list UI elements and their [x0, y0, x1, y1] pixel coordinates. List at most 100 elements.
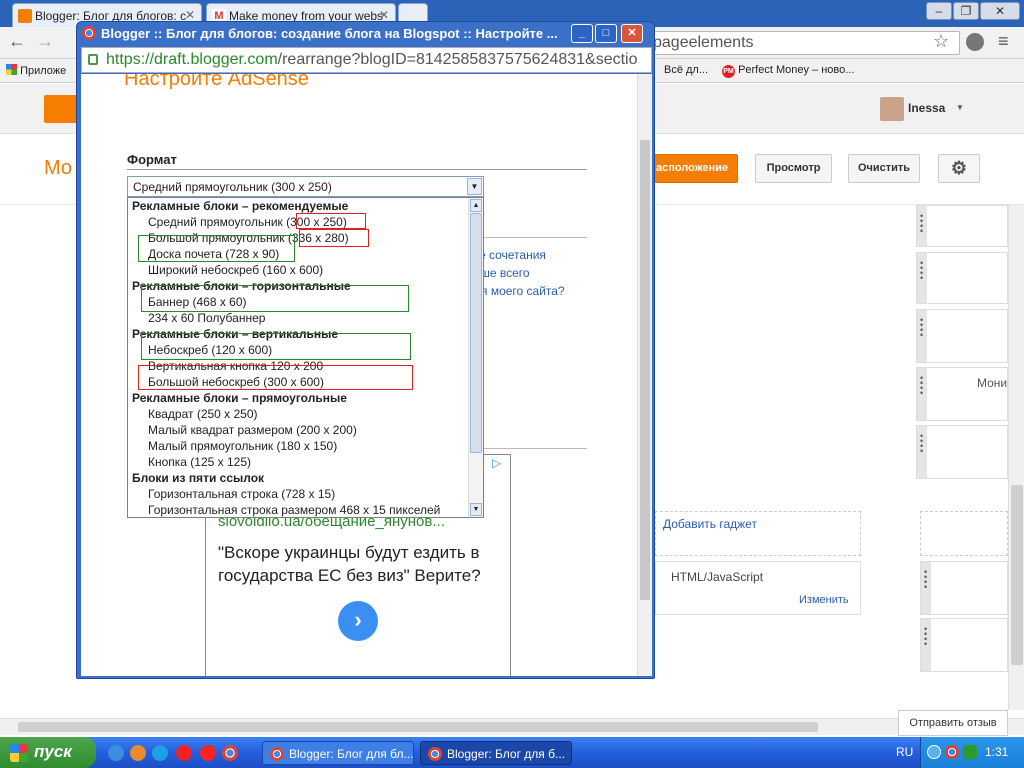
drag-handle[interactable]: • • • • [917, 253, 927, 303]
dropdown-group-label: Рекламные блоки – рекомендуемые [132, 199, 349, 213]
minimize-icon[interactable]: – [926, 2, 952, 20]
preview-button[interactable]: Просмотр [755, 154, 832, 183]
clock[interactable]: 1:31 [985, 745, 1008, 759]
scrollbar-thumb[interactable] [470, 213, 482, 453]
dropdown-scrollbar[interactable]: ▲ ▼ [468, 198, 483, 517]
bookmark-label: Всё дл... [664, 64, 709, 76]
omnibox[interactable]: pageelements [640, 31, 960, 55]
add-gadget-box[interactable]: Добавить гаджет [655, 511, 861, 556]
gadget[interactable]: • • • • [920, 618, 1008, 672]
scroll-up-icon[interactable]: ▲ [470, 199, 482, 212]
gadget[interactable]: • • • • [916, 205, 1008, 247]
dropdown-option[interactable]: Квадрат (250 x 250) [128, 406, 258, 422]
tray-icon[interactable] [927, 745, 941, 759]
chrome-icon[interactable] [945, 745, 959, 759]
gadget-title: Мони [977, 376, 1008, 390]
gadget[interactable]: • • • • [916, 252, 1008, 304]
popup-titlebar[interactable]: Blogger :: Блог для блогов: создание бло… [77, 22, 654, 46]
bookmark-perfect-money[interactable]: PM Perfect Money – ново... [722, 64, 854, 78]
page-scrollbar[interactable] [1008, 205, 1024, 710]
arrow-right-icon[interactable]: › [338, 601, 378, 641]
add-gadget-box[interactable] [920, 511, 1008, 556]
close-icon[interactable]: ✕ [379, 8, 389, 22]
format-label: Формат [127, 152, 177, 167]
blogger-icon [18, 9, 32, 23]
drag-handle[interactable]: • • • • [917, 206, 927, 246]
avatar[interactable] [880, 97, 904, 121]
layout-button[interactable]: асположение [646, 154, 738, 183]
gadget[interactable]: • • • • Мони [916, 367, 1008, 421]
clear-button[interactable]: Очистить [848, 154, 920, 183]
gadget[interactable]: • • • • [916, 309, 1008, 363]
minimize-icon[interactable]: _ [571, 24, 593, 43]
format-dropdown-list[interactable]: Рекламные блоки – рекомендуемые Средний п… [127, 197, 484, 518]
start-button[interactable]: пуск [0, 737, 96, 768]
page-title: Мо [44, 157, 73, 179]
dropdown-option[interactable]: Малый прямоугольник (180 x 150) [128, 438, 337, 454]
popup-url-bar[interactable]: https://draft.blogger.com/rearrange?blog… [81, 47, 652, 73]
dropdown-option[interactable]: Горизонтальная строка размером 468 x 15 … [128, 502, 440, 517]
gadget[interactable]: • • • • [920, 561, 1008, 615]
language-indicator[interactable]: RU [896, 745, 913, 759]
popup-scrollbar[interactable] [637, 74, 652, 676]
extension-icon[interactable] [966, 33, 984, 51]
highlight-box [138, 365, 413, 390]
bookmark-apps[interactable]: Приложе [6, 64, 66, 77]
popup-content: Настройте AdSense Формат кие сочетания л… [81, 74, 652, 676]
back-arrow-icon[interactable]: ← [8, 31, 26, 52]
star-icon[interactable]: ☆ [933, 31, 949, 52]
apps-icon [6, 64, 17, 75]
maximize-icon[interactable]: □ [595, 24, 617, 43]
drag-handle[interactable]: • • • • [921, 562, 931, 614]
dropdown-group-label: Блоки из пяти ссылок [132, 471, 265, 485]
bookmark-label: Perfect Money – ново... [738, 64, 855, 76]
gear-icon[interactable]: ⚙ [938, 154, 980, 183]
scroll-down-icon[interactable]: ▼ [470, 503, 482, 516]
taskbar-item[interactable]: Blogger: Блог для бл... [262, 741, 414, 765]
highlight-box [296, 213, 366, 229]
highlight-box [138, 235, 295, 262]
scrollbar-thumb[interactable] [640, 140, 650, 600]
dropdown-option[interactable]: Широкий небоскреб (160 x 600) [128, 262, 323, 278]
user-name[interactable]: Inessa [908, 101, 945, 115]
chevron-down-icon[interactable]: ▼ [956, 103, 964, 112]
edit-link[interactable]: Изменить [799, 594, 849, 606]
drag-handle[interactable]: • • • • [917, 426, 927, 478]
dropdown-option[interactable]: 234 x 60 Полубаннер [128, 310, 265, 326]
drag-handle[interactable]: • • • • [917, 310, 927, 362]
yandex-icon[interactable] [200, 745, 216, 761]
add-gadget-link[interactable]: Добавить гаджет [663, 517, 757, 531]
close-icon[interactable]: ✕ [185, 8, 195, 22]
drag-handle[interactable]: • • • • [921, 619, 931, 671]
chrome-icon[interactable] [222, 745, 238, 761]
scrollbar-thumb[interactable] [18, 722, 818, 732]
dropdown-option[interactable]: Кнопка (125 x 125) [128, 454, 251, 470]
gadget-title: HTML/JavaScript [671, 570, 764, 584]
restore-icon[interactable]: ❐ [953, 2, 979, 20]
page-horizontal-scrollbar[interactable] [0, 718, 1024, 735]
taskbar-item-active[interactable]: Blogger: Блог для б... [420, 741, 572, 765]
chevron-down-icon[interactable]: ▼ [467, 178, 482, 195]
close-window-icon[interactable]: ✕ [980, 2, 1020, 20]
opera-icon[interactable] [176, 745, 192, 761]
firefox-icon[interactable] [130, 745, 146, 761]
dropdown-option[interactable]: Малый квадрат размером (200 x 200) [128, 422, 357, 438]
dropdown-group-label: Рекламные блоки – прямоугольные [132, 391, 347, 405]
skype-icon[interactable] [152, 745, 168, 761]
close-icon[interactable]: ✕ [621, 24, 643, 43]
highlight-box [141, 285, 409, 312]
menu-icon[interactable]: ≡ [998, 31, 1009, 52]
format-select[interactable]: Средний прямоугольник (300 x 250) ▼ [127, 176, 484, 197]
forward-arrow-icon[interactable]: → [36, 31, 54, 52]
tray-icon[interactable] [963, 745, 977, 759]
adchoices-icon[interactable]: ▷ [492, 457, 505, 470]
gadget-html-javascript[interactable]: HTML/JavaScript Изменить [655, 561, 861, 615]
scrollbar-thumb[interactable] [1011, 485, 1023, 665]
send-feedback-button[interactable]: Отправить отзыв [898, 710, 1008, 736]
dropdown-option[interactable]: Горизонтальная строка (728 x 15) [128, 486, 335, 502]
gadget[interactable]: • • • • [916, 425, 1008, 479]
ie-icon[interactable] [108, 745, 124, 761]
bookmark-all[interactable]: Всё дл... [664, 64, 708, 76]
drag-handle[interactable]: • • • • [917, 368, 927, 420]
taskbar: пуск Blogger: Блог для бл... Blogger: Бл… [0, 737, 1024, 768]
